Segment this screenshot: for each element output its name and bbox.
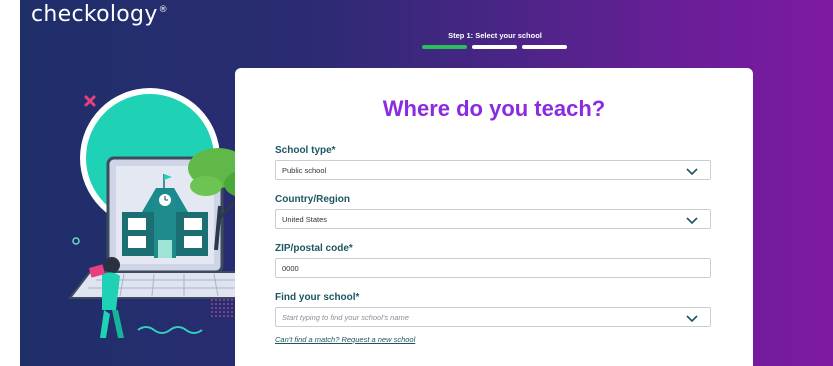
country-value: United States bbox=[282, 214, 328, 224]
chevron-down-icon bbox=[686, 217, 698, 225]
zip-label: ZIP/postal code* bbox=[275, 243, 353, 254]
progress-step-2 bbox=[472, 45, 517, 49]
school-type-label: School type* bbox=[275, 145, 336, 156]
country-select[interactable]: United States bbox=[275, 209, 711, 229]
x-mark-decoration bbox=[84, 95, 96, 107]
progress-step-1-active bbox=[422, 45, 467, 49]
checkology-logo[interactable]: checkology® bbox=[31, 2, 168, 27]
progress-step-3 bbox=[522, 45, 567, 49]
logo-text: checkology bbox=[31, 2, 158, 27]
small-circle-decoration bbox=[72, 237, 80, 245]
find-school-label: Find your school* bbox=[275, 292, 360, 303]
request-new-school-link[interactable]: Can't find a match? Request a new school bbox=[275, 335, 415, 344]
find-school-input[interactable] bbox=[282, 312, 682, 322]
school-form-card: Where do you teach? School type* Public … bbox=[235, 68, 753, 366]
school-type-value: Public school bbox=[282, 165, 327, 175]
page-background: checkology® Step 1: Select your school W… bbox=[20, 0, 833, 366]
school-type-select[interactable]: Public school bbox=[275, 160, 711, 180]
country-label: Country/Region bbox=[275, 194, 350, 205]
wave-decoration bbox=[137, 326, 203, 334]
zip-input[interactable]: 0000 bbox=[275, 258, 711, 278]
zip-value: 0000 bbox=[282, 263, 299, 273]
chevron-down-icon bbox=[686, 315, 698, 323]
page-title: Where do you teach? bbox=[382, 96, 606, 121]
chevron-down-icon bbox=[686, 168, 698, 176]
logo-trademark: ® bbox=[158, 5, 168, 15]
laptop-keyboard bbox=[67, 271, 265, 299]
find-school-field[interactable] bbox=[275, 307, 711, 327]
step-label: Step 1: Select your school bbox=[448, 31, 542, 40]
